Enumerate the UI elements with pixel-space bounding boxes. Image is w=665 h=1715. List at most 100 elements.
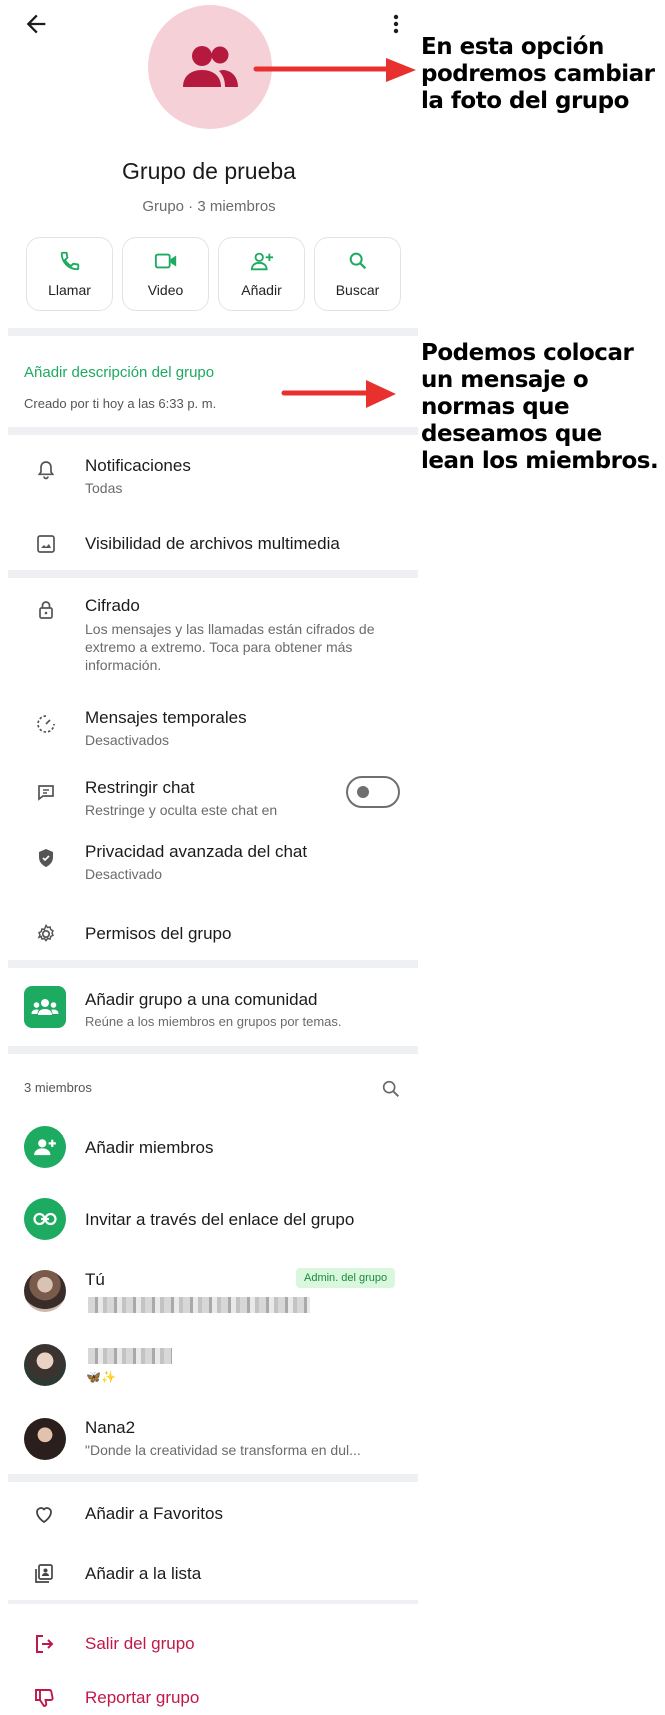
more-options-button[interactable] [384, 10, 408, 38]
lock-icon [39, 601, 53, 619]
add-button[interactable]: Añadir [218, 237, 305, 311]
settings-gear-icon [37, 924, 54, 942]
member-row-nana2[interactable]: Nana2 "Donde la creatividad se transform… [0, 1414, 418, 1470]
notifications-sub: Todas [85, 480, 123, 496]
restrict-chat-sub: Restringe y oculta este chat en [85, 802, 278, 818]
invite-link-label: Invitar a través del enlace del grupo [85, 1210, 355, 1229]
phone-icon [60, 251, 79, 271]
search-icon [349, 252, 366, 270]
shield-icon [39, 849, 53, 867]
members-count: 3 miembros [24, 1080, 92, 1095]
member-row-2[interactable]: 🦋✨ [0, 1340, 418, 1396]
temporary-messages-row[interactable]: Mensajes temporales Desactivados [0, 704, 418, 760]
annotation-photo-text: En esta opción podremos cambiar la foto … [421, 34, 655, 114]
member-status: "Donde la creatividad se transforma en d… [85, 1442, 361, 1458]
divider [8, 960, 418, 968]
video-icon [154, 253, 176, 269]
media-visibility-row[interactable]: Visibilidad de archivos multimedia [0, 526, 418, 562]
exit-icon [36, 1635, 54, 1653]
video-label: Video [147, 282, 184, 298]
community-sub: Reúne a los miembros en grupos por temas… [85, 1014, 342, 1029]
exit-group-label: Salir del grupo [85, 1634, 195, 1653]
add-label: Añadir [241, 282, 282, 298]
link-icon [33, 1212, 57, 1226]
add-to-list-row[interactable]: Añadir a la lista [0, 1558, 418, 1594]
add-members-icon-circle [24, 1126, 66, 1168]
divider [8, 570, 418, 578]
encryption-sub: Los mensajes y las llamadas están cifrad… [85, 621, 375, 673]
temporary-messages-title: Mensajes temporales [85, 708, 247, 727]
group-permissions-row[interactable]: Permisos del grupo [0, 918, 418, 954]
temporary-messages-sub: Desactivados [85, 732, 170, 748]
advanced-privacy-row[interactable]: Privacidad avanzada del chat Desactivado [0, 838, 418, 894]
add-to-list-label: Añadir a la lista [85, 1564, 202, 1583]
toggle-knob [357, 786, 369, 798]
encryption-row[interactable]: Cifrado Los mensajes y las llamadas está… [0, 594, 418, 680]
add-person-icon [250, 252, 273, 271]
encryption-title: Cifrado [85, 596, 140, 615]
avatar [24, 1418, 66, 1460]
annotation-arrow-description [281, 380, 396, 408]
advanced-privacy-title: Privacidad avanzada del chat [85, 842, 308, 861]
search-icon [382, 1080, 399, 1097]
group-info-screen: Grupo de prueba Grupo · 3 miembros Llama… [0, 0, 418, 1715]
more-vertical-icon [393, 14, 399, 34]
group-icon [183, 46, 238, 87]
list-contact-icon [35, 1564, 53, 1583]
divider [8, 1600, 418, 1604]
add-person-icon [34, 1139, 56, 1156]
community-icon-box [24, 986, 66, 1028]
add-members-row[interactable]: Añadir miembros [0, 1124, 418, 1170]
call-button[interactable]: Llamar [26, 237, 113, 311]
divider [8, 1474, 418, 1482]
divider [8, 427, 418, 435]
community-icon [31, 999, 59, 1015]
member-name: Tú [85, 1270, 105, 1289]
call-label: Llamar [48, 282, 91, 298]
restrict-chat-toggle[interactable] [346, 776, 400, 808]
add-to-community-row[interactable]: Añadir grupo a una comunidad Reúne a los… [0, 984, 418, 1040]
invite-link-row[interactable]: Invitar a través del enlace del grupo [0, 1196, 418, 1242]
bell-icon [37, 461, 55, 480]
report-group-row[interactable]: Reportar grupo [0, 1684, 418, 1715]
search-label: Buscar [335, 282, 380, 298]
video-button[interactable]: Video [122, 237, 209, 311]
add-to-favorites-label: Añadir a Favoritos [85, 1504, 223, 1523]
add-members-label: Añadir miembros [85, 1138, 214, 1157]
annotation-arrow-photo [253, 58, 416, 82]
timer-icon [37, 715, 55, 733]
member-status: 🦋✨ [86, 1370, 116, 1384]
search-button[interactable]: Buscar [314, 237, 401, 311]
member-name: Nana2 [85, 1418, 136, 1437]
blurred-member-name [88, 1348, 172, 1364]
invite-icon-circle [24, 1198, 66, 1240]
heart-icon [36, 1507, 52, 1524]
members-search-button[interactable] [380, 1078, 402, 1100]
admin-badge: Admin. del grupo [296, 1268, 396, 1288]
exit-group-row[interactable]: Salir del grupo [0, 1628, 418, 1664]
back-arrow-icon [26, 14, 46, 34]
group-name[interactable]: Grupo de prueba [0, 158, 418, 185]
blurred-phone-number [88, 1297, 310, 1313]
created-info: Creado por ti hoy a las 6:33 p. m. [24, 396, 217, 411]
advanced-privacy-sub: Desactivado [85, 866, 163, 882]
back-button[interactable] [22, 10, 50, 38]
notifications-row[interactable]: Notificaciones Todas [0, 450, 418, 506]
annotation-description-text: Podemos colocar un mensaje o normas que … [421, 340, 659, 474]
add-to-favorites-row[interactable]: Añadir a Favoritos [0, 1498, 418, 1534]
thumbs-down-icon [35, 1689, 54, 1707]
community-title: Añadir grupo a una comunidad [85, 990, 318, 1009]
report-group-label: Reportar grupo [85, 1688, 200, 1707]
divider [8, 1046, 418, 1054]
avatar [24, 1344, 66, 1386]
restrict-chat-title: Restringir chat [85, 778, 195, 797]
avatar [24, 1270, 66, 1312]
chat-lock-icon [38, 785, 54, 801]
group-subtitle: Grupo · 3 miembros [142, 198, 276, 215]
add-description-link[interactable]: Añadir descripción del grupo [24, 364, 214, 381]
image-icon [37, 535, 55, 553]
divider [8, 328, 418, 336]
notifications-title: Notificaciones [85, 456, 191, 475]
media-visibility-title: Visibilidad de archivos multimedia [85, 534, 340, 553]
group-permissions-title: Permisos del grupo [85, 924, 232, 943]
